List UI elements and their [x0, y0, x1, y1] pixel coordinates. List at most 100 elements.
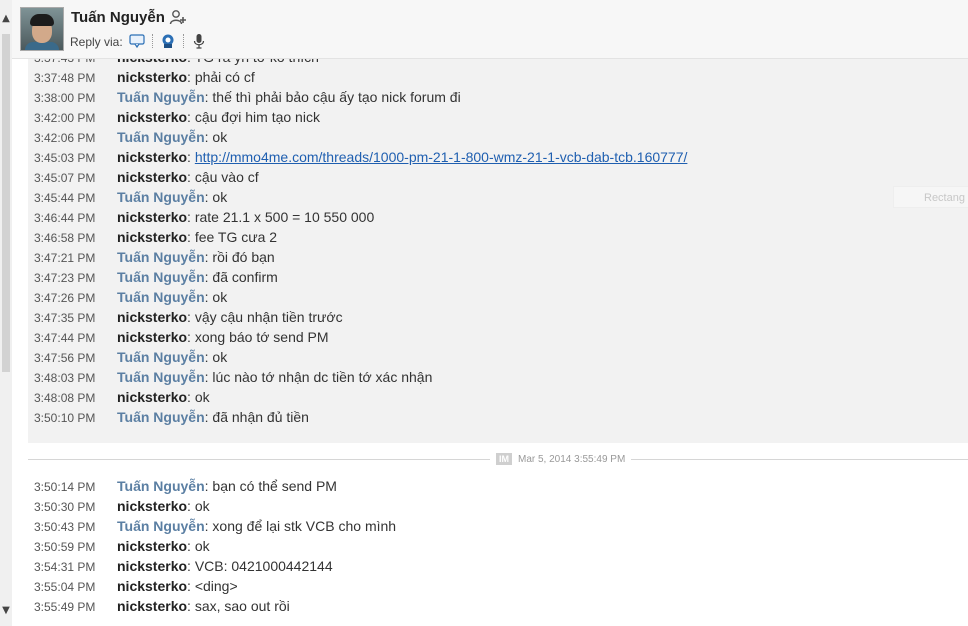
message-sender[interactable]: nicksterko [117, 329, 187, 345]
message-separator: : [187, 538, 195, 554]
message-timestamp: 3:37:48 PM [34, 71, 96, 85]
message-sender[interactable]: nicksterko [117, 309, 187, 325]
message-timestamp: 3:42:06 PM [34, 131, 96, 145]
message-sender[interactable]: Tuấn Nguyễn [117, 189, 205, 205]
date-divider-text: Mar 5, 2014 3:55:49 PM [518, 454, 626, 465]
message-text: rồi đó bạn [212, 249, 275, 265]
scroll-up-arrow-icon[interactable]: ▲ [0, 12, 12, 26]
rectangle-ghost-label: Rectang [893, 186, 968, 208]
vertical-scrollbar[interactable]: ▲ ▼ [0, 0, 12, 626]
reply-via-label: Reply via: [70, 35, 123, 49]
scroll-down-arrow-icon[interactable]: ▼ [0, 604, 12, 618]
message-text: ok [212, 189, 228, 205]
add-contact-icon[interactable] [169, 9, 187, 27]
message-row: 3:47:21 PM Tuấn Nguyễn: rồi đó bạn [34, 247, 275, 267]
message-timestamp: 3:50:10 PM [34, 411, 96, 425]
message-timestamp: 3:48:08 PM [34, 391, 96, 405]
message-separator: : [187, 498, 195, 514]
message-sender[interactable]: Tuấn Nguyễn [117, 369, 205, 385]
message-timestamp: 3:50:14 PM [34, 480, 96, 494]
skype-icon[interactable] [160, 33, 176, 49]
message-sender[interactable]: nicksterko [117, 209, 187, 225]
message-text: vậy cậu nhận tiền trước [194, 309, 343, 325]
message-timestamp: 3:47:56 PM [34, 351, 96, 365]
message-text: cậu đợi him tạo nick [194, 109, 320, 125]
contact-name[interactable]: Tuấn Nguyễn [71, 9, 165, 26]
message-text: <ding> [194, 578, 238, 594]
message-sender[interactable]: nicksterko [117, 389, 187, 405]
message-sender[interactable]: Tuấn Nguyễn [117, 269, 205, 285]
message-sender[interactable]: nicksterko [117, 578, 187, 594]
message-sender[interactable]: nicksterko [117, 69, 187, 85]
message-separator: : [187, 309, 195, 325]
message-timestamp: 3:45:03 PM [34, 151, 96, 165]
message-separator: : [187, 169, 195, 185]
message-row: 3:47:56 PM Tuấn Nguyễn: ok [34, 347, 227, 367]
message-text: đã confirm [212, 269, 278, 285]
message-row: 3:38:00 PM Tuấn Nguyễn: thế thì phải bảo … [34, 87, 461, 107]
scrollbar-thumb[interactable] [2, 34, 10, 372]
message-text: xong để lại stk VCB cho mình [212, 518, 397, 534]
message-separator: : [187, 558, 195, 574]
message-text: ok [212, 349, 228, 365]
message-row: 3:37:48 PM nicksterko: phải có cf [34, 67, 255, 87]
message-row: 3:42:06 PM Tuấn Nguyễn: ok [34, 127, 227, 147]
message-row: 3:55:49 PM nicksterko: sax, sao out rồi [34, 596, 290, 616]
message-sender[interactable]: Tuấn Nguyễn [117, 129, 205, 145]
message-separator: : [187, 109, 195, 125]
message-sender[interactable]: Tuấn Nguyễn [117, 249, 205, 265]
date-divider-label: IM Mar 5, 2014 3:55:49 PM [490, 453, 632, 467]
microphone-icon[interactable] [191, 33, 207, 49]
message-text: ok [212, 289, 228, 305]
message-timestamp: 3:46:44 PM [34, 211, 96, 225]
message-link[interactable]: http://mmo4me.com/threads/1000-pm-21-1-8… [195, 149, 688, 165]
message-row: 3:55:04 PM nicksterko: <ding> [34, 576, 238, 596]
message-sender[interactable]: nicksterko [117, 149, 187, 165]
message-sender[interactable]: Tuấn Nguyễn [117, 518, 205, 534]
message-text: xong báo tớ send PM [194, 329, 329, 345]
message-sender[interactable]: nicksterko [117, 538, 187, 554]
message-text: lúc nào tớ nhận dc tiền tớ xác nhận [212, 369, 433, 385]
message-separator: : [187, 578, 195, 594]
message-row: 3:42:00 PM nicksterko: cậu đợi him tạo ni… [34, 107, 320, 127]
message-row: 3:47:44 PM nicksterko: xong báo tớ send P… [34, 327, 329, 347]
im-icon[interactable] [129, 33, 145, 49]
message-timestamp: 3:47:35 PM [34, 311, 96, 325]
message-row: 3:46:58 PM nicksterko: fee TG cưa 2 [34, 227, 277, 247]
message-timestamp: 3:54:31 PM [34, 560, 96, 574]
message-timestamp: 3:50:30 PM [34, 500, 96, 514]
message-timestamp: 3:38:00 PM [34, 91, 96, 105]
message-sender[interactable]: nicksterko [117, 498, 187, 514]
im-badge: IM [496, 453, 512, 465]
message-sender[interactable]: Tuấn Nguyễn [117, 289, 205, 305]
message-row: 3:46:44 PM nicksterko: rate 21.1 x 500 = … [34, 207, 374, 227]
message-sender[interactable]: Tuấn Nguyễn [117, 349, 205, 365]
message-timestamp: 3:48:03 PM [34, 371, 96, 385]
message-row: 3:45:07 PM nicksterko: cậu vào cf [34, 167, 259, 187]
message-text: bạn có thể send PM [212, 478, 337, 494]
message-sender[interactable]: nicksterko [117, 229, 187, 245]
message-separator: : [187, 149, 195, 165]
message-separator: : [187, 69, 195, 85]
message-timestamp: 3:50:59 PM [34, 540, 96, 554]
message-timestamp: 3:55:04 PM [34, 580, 96, 594]
message-sender[interactable]: nicksterko [117, 109, 187, 125]
message-sender[interactable]: Tuấn Nguyễn [117, 409, 205, 425]
message-timestamp: 3:46:58 PM [34, 231, 96, 245]
message-text: ok [194, 538, 210, 554]
message-sender[interactable]: nicksterko [117, 169, 187, 185]
message-text: ok [212, 129, 228, 145]
message-timestamp: 3:50:43 PM [34, 520, 96, 534]
message-sender[interactable]: nicksterko [117, 598, 187, 614]
message-text: thế thì phải bảo cậu ấy tạo nick forum đ… [212, 89, 461, 105]
message-separator: : [187, 329, 195, 345]
message-row: 3:47:23 PM Tuấn Nguyễn: đã confirm [34, 267, 278, 287]
message-sender[interactable]: Tuấn Nguyễn [117, 478, 205, 494]
avatar[interactable] [20, 7, 64, 51]
message-row: 3:54:31 PM nicksterko: VCB: 0421000442144 [34, 556, 333, 576]
message-row: 3:50:30 PM nicksterko: ok [34, 496, 210, 516]
message-text: ok [194, 389, 210, 405]
message-row: 3:48:08 PM nicksterko: ok [34, 387, 210, 407]
message-sender[interactable]: Tuấn Nguyễn [117, 89, 205, 105]
message-sender[interactable]: nicksterko [117, 558, 187, 574]
